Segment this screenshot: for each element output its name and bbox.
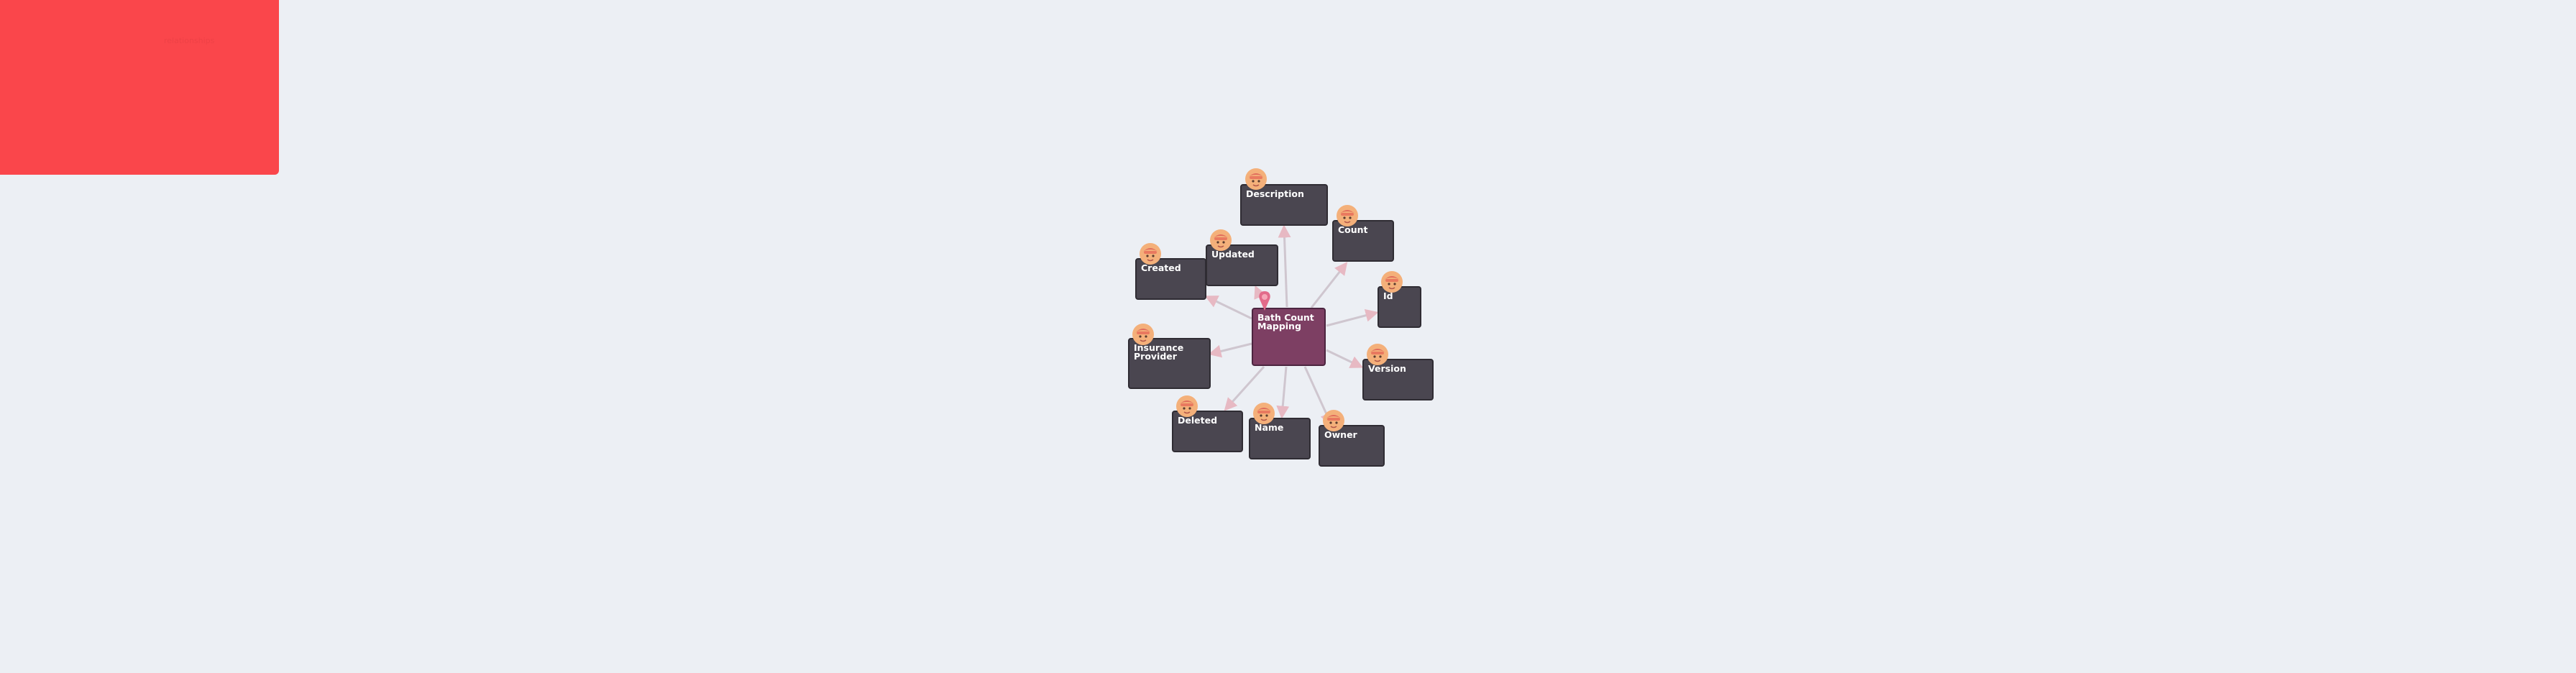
edge-name [1276,366,1290,419]
person-avatar-icon [1139,242,1162,265]
person-avatar-icon [1132,323,1155,346]
person-avatar-icon [1366,343,1389,366]
person-avatar-icon [1322,409,1345,432]
node-description-label: Description [1246,188,1304,199]
edge-count [1310,262,1348,308]
edge-id [1326,308,1379,327]
person-avatar-icon [1380,270,1403,293]
edge-created [1204,296,1252,320]
person-avatar-icon [1245,168,1268,191]
person-avatar-icon [1336,204,1359,227]
person-avatar-icon [1175,395,1198,418]
center-node-label: Mapping [1257,321,1301,331]
edge-version [1326,349,1364,368]
person-avatar-icon [1209,229,1232,252]
pin-icon [1257,290,1273,312]
node-insurance-provider-label: Provider [1134,351,1177,362]
edge-insurance-provider [1208,342,1252,358]
edge-description [1278,224,1291,308]
center-node[interactable]: Bath Count Mapping [1252,308,1326,366]
person-avatar-icon [1252,402,1275,425]
